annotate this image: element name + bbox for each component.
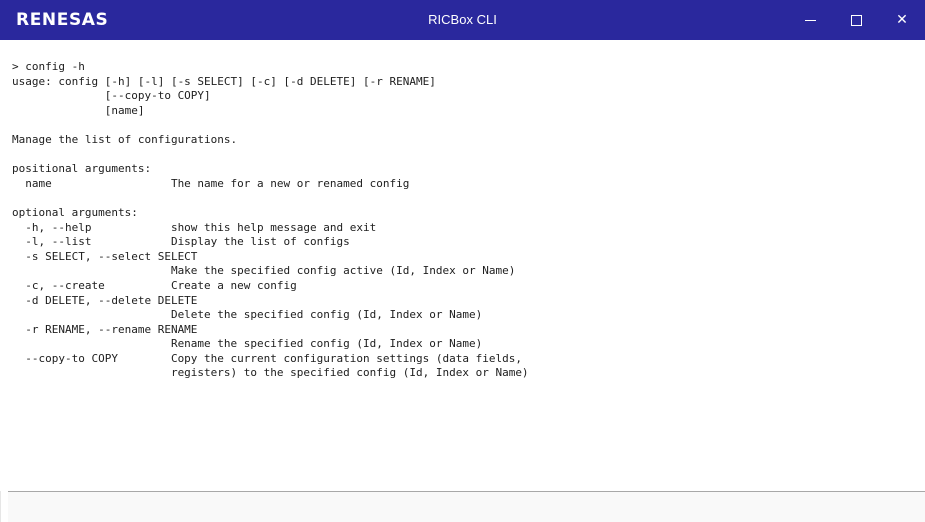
console-line: name The name for a new or renamed confi… — [12, 176, 410, 190]
console-line: Rename the specified config (Id, Index o… — [12, 337, 483, 351]
close-icon: ✕ — [896, 12, 908, 28]
window-controls: ✕ — [787, 0, 925, 40]
console-line: > config -h — [12, 60, 85, 73]
console-line: Delete the specified config (Id, Index o… — [12, 308, 483, 322]
console-line: --copy-to COPY Copy the current configur… — [12, 351, 522, 365]
maximize-button[interactable] — [833, 0, 879, 40]
console-line: -s SELECT, --select SELECT — [12, 249, 198, 263]
console-line: optional arguments: — [12, 205, 138, 219]
console-line: positional arguments: — [12, 162, 152, 176]
console-line: -l, --list Display the list of configs — [12, 235, 350, 249]
console-line: registers) to the specified config (Id, … — [12, 366, 529, 380]
console-line: -c, --create Create a new config — [12, 278, 297, 292]
console-line: [--copy-to COPY] — [12, 89, 211, 103]
console-line: -h, --help show this help message and ex… — [12, 220, 377, 234]
console-text: > config -h usage: config [-h] [-l] [-s … — [0, 40, 925, 381]
console-line: -r RENAME, --rename RENAME — [12, 322, 198, 336]
maximize-icon — [850, 14, 862, 26]
close-button[interactable]: ✕ — [879, 0, 925, 40]
console-line: -d DELETE, --delete DELETE — [12, 293, 198, 307]
console-line: Manage the list of configurations. — [12, 132, 238, 146]
console-line: Make the specified config active (Id, In… — [12, 264, 516, 278]
minimize-button[interactable] — [787, 0, 833, 40]
console-line: [name] — [12, 103, 145, 117]
title-bar: RENESAS RICBox CLI ✕ — [0, 0, 925, 40]
minimize-icon — [804, 19, 816, 21]
console-output[interactable]: > config -h usage: config [-h] [-l] [-s … — [0, 40, 925, 491]
command-input[interactable] — [8, 492, 925, 522]
console-line: usage: config [-h] [-l] [-s SELECT] [-c]… — [12, 74, 436, 88]
